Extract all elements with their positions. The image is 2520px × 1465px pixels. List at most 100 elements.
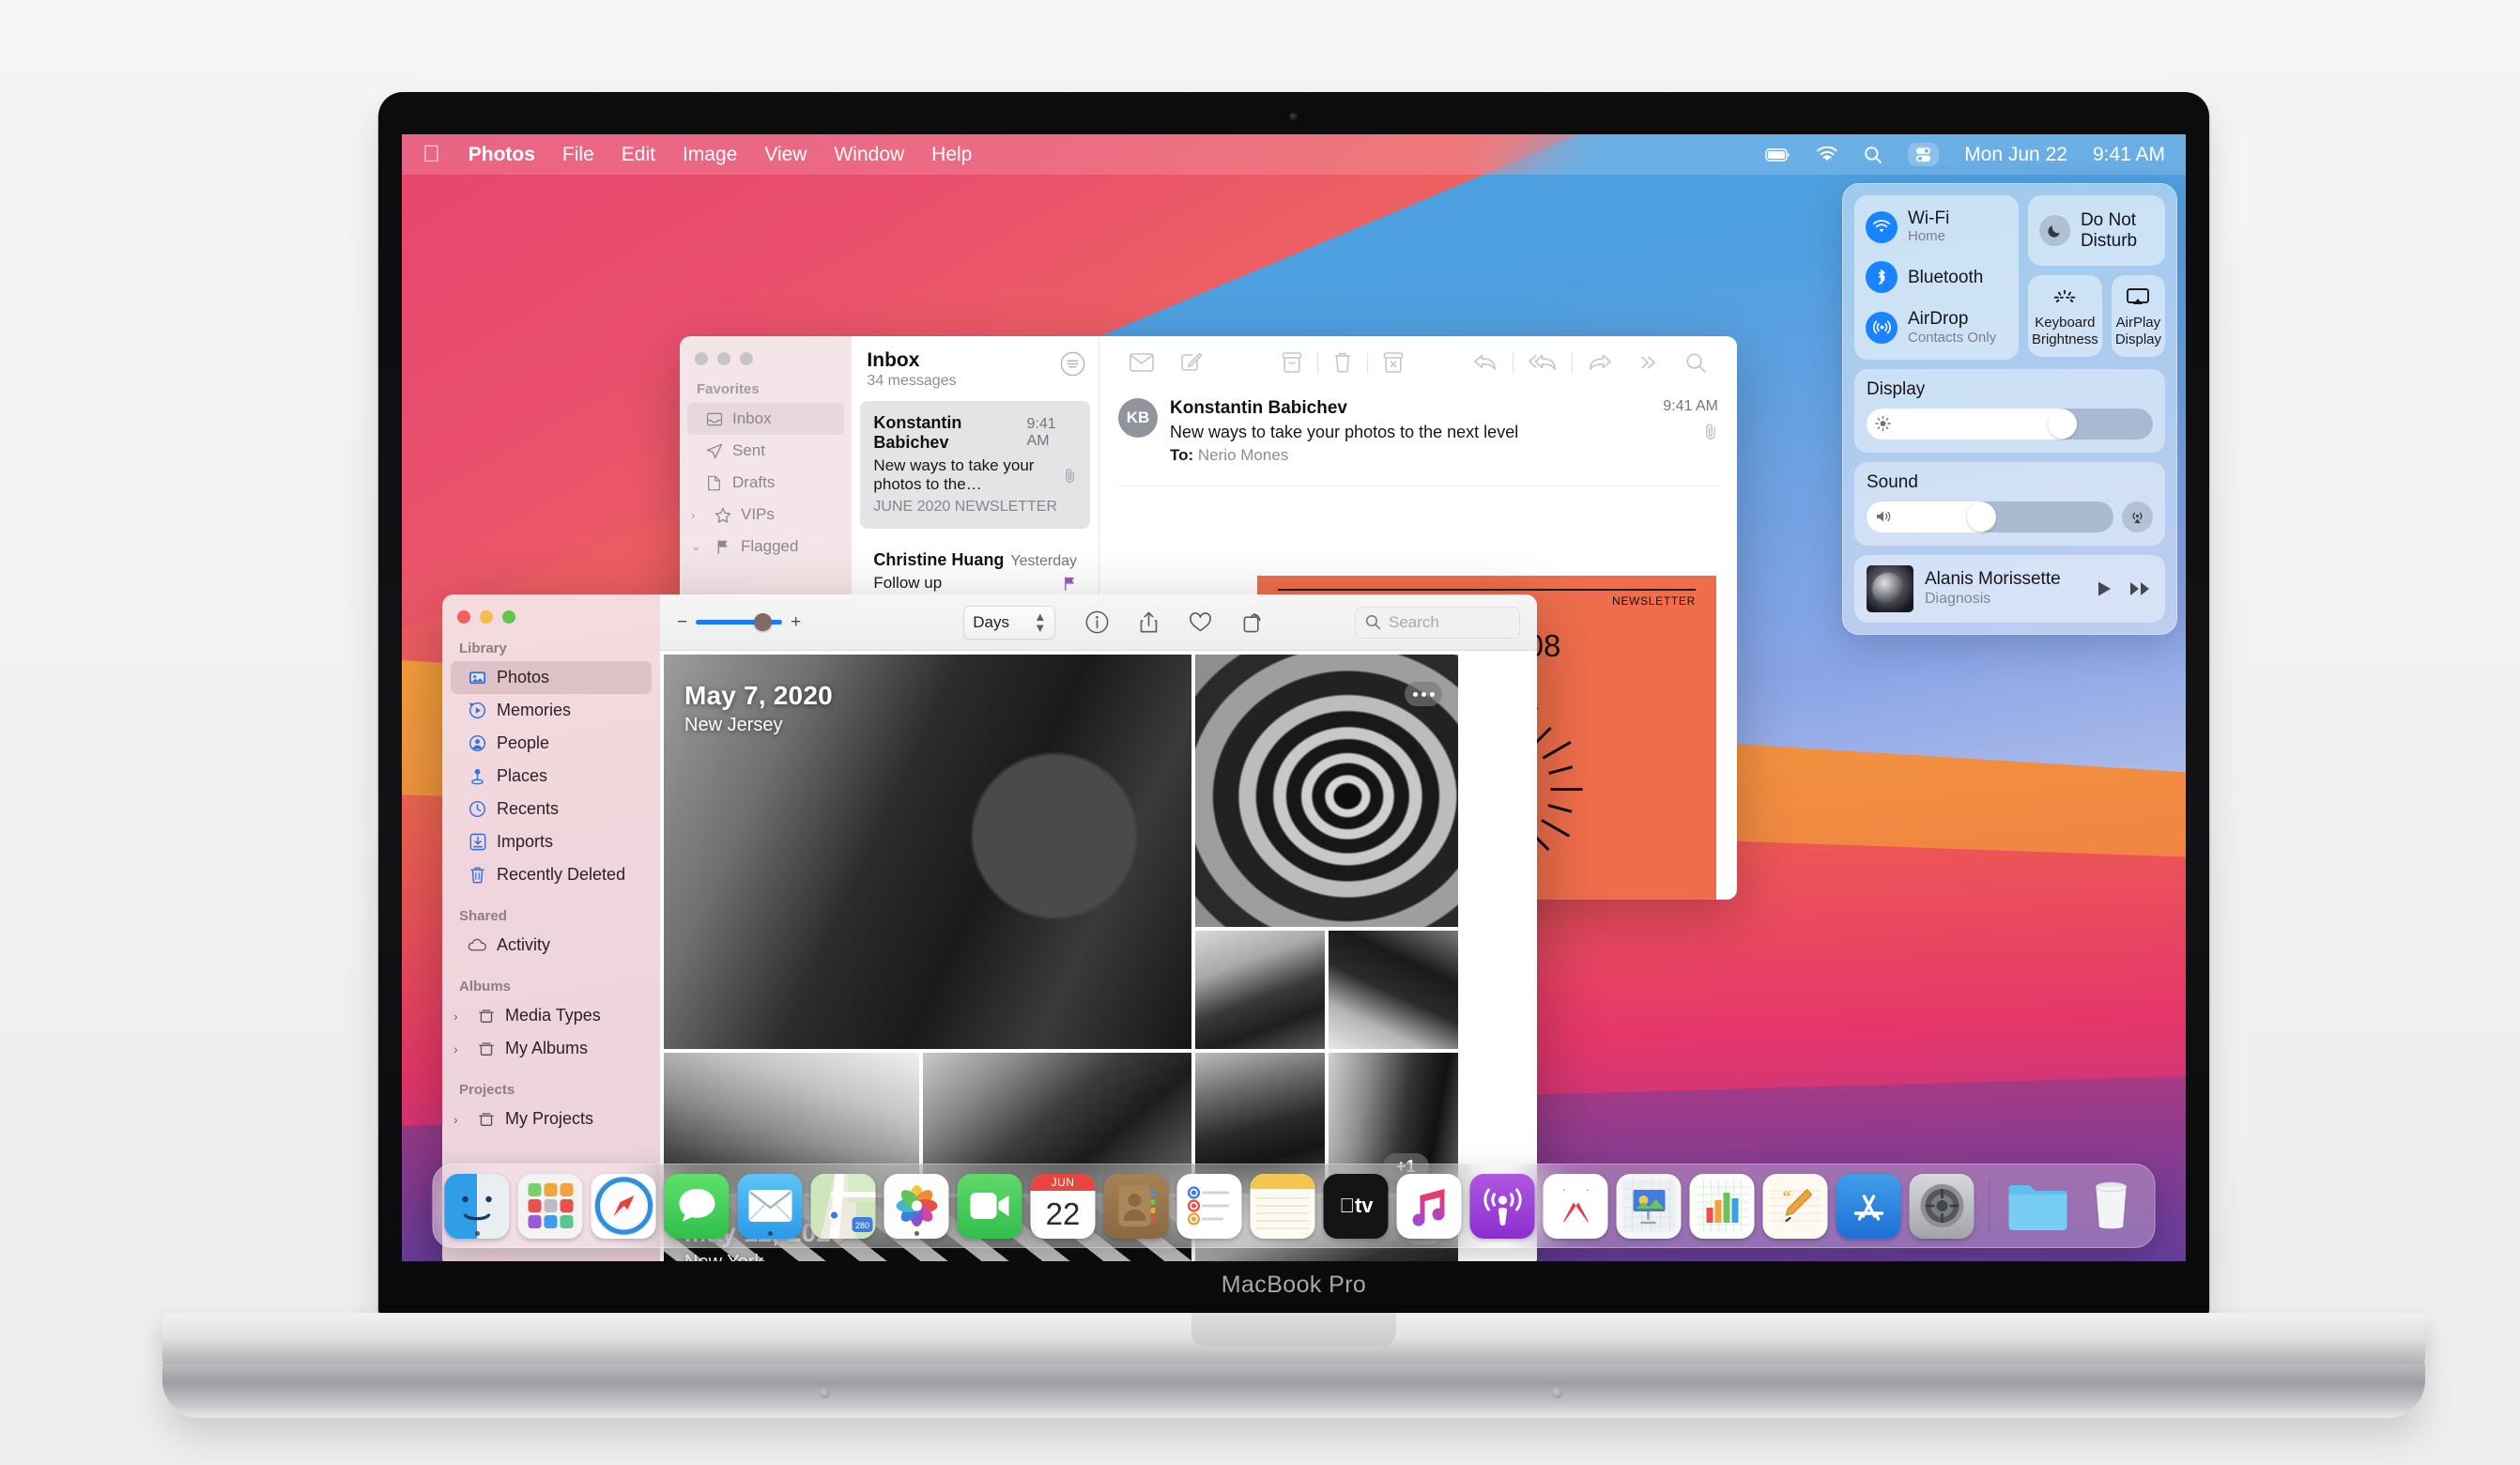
dock-item-system-preferences[interactable] (1909, 1173, 1975, 1239)
mail-list-item[interactable]: Konstantin Babichev 9:41 AM New ways to … (860, 401, 1090, 530)
wifi-icon[interactable] (1816, 146, 1838, 162)
chevron-down-icon[interactable]: ⌄ (691, 539, 702, 554)
mail-sidebar-item-sent[interactable]: Sent (687, 435, 844, 467)
airplay-audio-icon[interactable] (2122, 501, 2153, 532)
dock-item-contacts[interactable] (1103, 1173, 1169, 1239)
photo-thumbnail[interactable] (1195, 931, 1325, 1049)
chevron-right-icon[interactable]: › (691, 508, 702, 522)
dock-item-music[interactable] (1396, 1173, 1462, 1239)
sidebar-item-places[interactable]: Places (451, 760, 652, 793)
dock-item-maps[interactable]: 280 (810, 1173, 876, 1239)
dock-item-apple-tv[interactable]: tv (1323, 1173, 1389, 1239)
menu-item-edit[interactable]: Edit (622, 144, 655, 166)
photos-search-field[interactable]: Search (1355, 606, 1520, 639)
close-button[interactable] (695, 352, 708, 365)
menubar-date[interactable]: Mon Jun 22 (1964, 144, 2067, 166)
sidebar-item-photos[interactable]: Photos (451, 661, 652, 694)
menu-item-view[interactable]: View (764, 144, 807, 166)
dock-item-messages[interactable] (664, 1173, 730, 1239)
dock-item-pages[interactable]: “ (1762, 1173, 1828, 1239)
menu-item-image[interactable]: Image (683, 144, 737, 166)
wifi-toggle[interactable]: Wi-Fi Home (1866, 208, 2007, 245)
chevron-right-icon[interactable]: › (453, 1009, 466, 1024)
minimize-button[interactable] (717, 352, 730, 365)
dock-item-mail[interactable] (737, 1173, 803, 1239)
dock-item-app-store[interactable] (1836, 1173, 1901, 1239)
sidebar-item-imports[interactable]: Imports (451, 825, 652, 858)
mail-sidebar-item-inbox[interactable]: Inbox (687, 403, 845, 435)
reply-all-icon[interactable] (1515, 352, 1570, 373)
zoom-button[interactable] (502, 610, 515, 624)
dock-item-notes[interactable] (1250, 1173, 1315, 1239)
photos-traffic-lights[interactable] (442, 594, 660, 624)
dock-item-reminders[interactable] (1176, 1173, 1242, 1239)
sidebar-item-my-projects[interactable]: › My Projects (451, 1103, 652, 1135)
dock-item-podcasts[interactable] (1469, 1173, 1535, 1239)
rotate-icon[interactable] (1242, 610, 1265, 634)
zoom-in-button[interactable]: + (791, 612, 801, 633)
mail-sidebar-item-vips[interactable]: › VIPs (687, 499, 844, 531)
sidebar-item-activity[interactable]: Activity (451, 929, 652, 962)
sidebar-item-recently-deleted[interactable]: Recently Deleted (451, 858, 652, 891)
photos-window[interactable]: Library Photos Memories People Places Re… (442, 594, 1537, 1261)
info-icon[interactable] (1085, 610, 1109, 634)
menu-item-window[interactable]: Window (834, 144, 904, 166)
now-playing-card[interactable]: Alanis Morissette Diagnosis (1854, 554, 2165, 623)
dock-item-numbers[interactable] (1689, 1173, 1755, 1239)
dock-item-keynote[interactable] (1616, 1173, 1682, 1239)
dock-item-launchpad[interactable] (517, 1173, 583, 1239)
sidebar-item-people[interactable]: People (451, 727, 652, 760)
dock-item-photos[interactable] (884, 1173, 949, 1239)
play-icon[interactable] (2094, 578, 2114, 599)
apple-logo-icon[interactable]:  (423, 143, 440, 166)
menubar-time[interactable]: 9:41 AM (2093, 144, 2165, 166)
zoom-out-button[interactable]: − (677, 612, 687, 633)
reply-icon[interactable] (1460, 352, 1511, 373)
junk-icon[interactable] (1370, 351, 1417, 374)
display-brightness-slider[interactable] (1867, 408, 2153, 440)
dock-item-downloads-folder[interactable] (2005, 1174, 2070, 1239)
airplay-display-tile[interactable]: AirPlay Display (2111, 275, 2165, 357)
chevron-right-icon[interactable]: › (453, 1041, 466, 1056)
menu-item-help[interactable]: Help (931, 144, 972, 166)
dock-item-finder[interactable] (444, 1173, 510, 1239)
share-icon[interactable] (1139, 610, 1159, 635)
sidebar-item-my-albums[interactable]: › My Albums (451, 1032, 652, 1065)
compose-icon[interactable] (1167, 351, 1216, 374)
dock-item-calendar[interactable]: JUN 22 (1030, 1173, 1096, 1239)
battery-icon[interactable] (1765, 147, 1790, 162)
dock-item-facetime[interactable] (957, 1173, 1022, 1239)
dock-item-news[interactable] (1543, 1173, 1608, 1239)
menu-item-file[interactable]: File (562, 144, 594, 166)
fast-forward-icon[interactable] (2128, 578, 2153, 599)
minimize-button[interactable] (480, 610, 493, 624)
more-dots-icon[interactable] (1405, 682, 1442, 706)
delete-icon[interactable] (1320, 351, 1365, 374)
control-center-icon[interactable] (1908, 143, 1940, 166)
close-button[interactable] (457, 610, 470, 624)
sidebar-item-memories[interactable]: Memories (451, 694, 652, 727)
photo-thumbnail[interactable] (1329, 931, 1458, 1049)
mark-unread-icon[interactable] (1116, 353, 1167, 372)
zoom-stepper[interactable]: − + (677, 612, 801, 633)
chevron-right-icon[interactable]: › (453, 1112, 466, 1127)
airdrop-toggle[interactable]: AirDrop Contacts Only (1866, 309, 2007, 346)
mail-sidebar-item-drafts[interactable]: Drafts (687, 467, 844, 499)
menu-item-photos[interactable]: Photos (469, 144, 535, 166)
dock-item-safari[interactable] (591, 1173, 656, 1239)
sound-volume-slider[interactable] (1867, 501, 2113, 532)
sidebar-item-media-types[interactable]: › Media Types (451, 999, 652, 1032)
dock-item-trash[interactable] (2079, 1174, 2144, 1239)
mail-traffic-lights[interactable] (680, 336, 852, 365)
search-icon[interactable] (1672, 352, 1720, 374)
favorite-icon[interactable] (1189, 611, 1212, 633)
keyboard-brightness-tile[interactable]: Keyboard Brightness (2027, 275, 2102, 357)
view-mode-select[interactable]: Days ▲ ▼ (963, 605, 1056, 640)
bluetooth-toggle[interactable]: Bluetooth (1866, 261, 2007, 294)
sort-icon[interactable] (1060, 351, 1085, 377)
mail-sidebar-item-flagged[interactable]: ⌄ Flagged (687, 531, 844, 563)
search-icon[interactable] (1864, 146, 1882, 164)
archive-icon[interactable] (1268, 351, 1315, 374)
do-not-disturb-toggle[interactable]: Do Not Disturb (2027, 195, 2165, 267)
forward-icon[interactable] (1575, 352, 1625, 373)
